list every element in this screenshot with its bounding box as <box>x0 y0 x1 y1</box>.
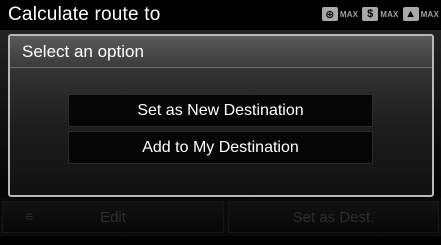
status-label: MAX <box>380 9 399 19</box>
status-cost: $ MAX <box>362 7 398 21</box>
bottom-action-bar: ≡ Edit Set as Dest. <box>0 198 441 236</box>
header-bar: Calculate route to ⊕ MAX $ MAX ▲ MAX <box>0 0 441 30</box>
dialog-title: Select an option <box>22 42 144 61</box>
status-toll: ⊕ MAX <box>321 7 359 21</box>
set-as-new-destination-button[interactable]: Set as New Destination <box>68 94 373 127</box>
edit-icon: ≡ <box>25 208 34 224</box>
ferry-icon: ▲ <box>402 7 419 21</box>
toll-road-icon: ⊕ <box>321 7 338 21</box>
status-label: MAX <box>339 9 359 19</box>
dollar-icon: $ <box>362 7 379 21</box>
option-dialog: Select an option Set as New Destination … <box>8 34 434 197</box>
edit-button[interactable]: ≡ Edit <box>2 201 224 233</box>
add-to-my-destination-button[interactable]: Add to My Destination <box>68 131 373 164</box>
screen-title: Calculate route to <box>8 4 161 25</box>
status-ferry: ▲ MAX <box>402 7 439 21</box>
set-as-dest-label: Set as Dest. <box>292 208 375 226</box>
edit-label: Edit <box>100 208 126 226</box>
route-preferences-status: ⊕ MAX $ MAX ▲ MAX <box>321 7 439 21</box>
dialog-header: Select an option <box>10 36 432 68</box>
set-as-dest-button[interactable]: Set as Dest. <box>228 201 439 233</box>
nav-screen: Calculate route to ⊕ MAX $ MAX ▲ MAX Sel… <box>0 0 441 245</box>
status-label: MAX <box>420 9 439 19</box>
